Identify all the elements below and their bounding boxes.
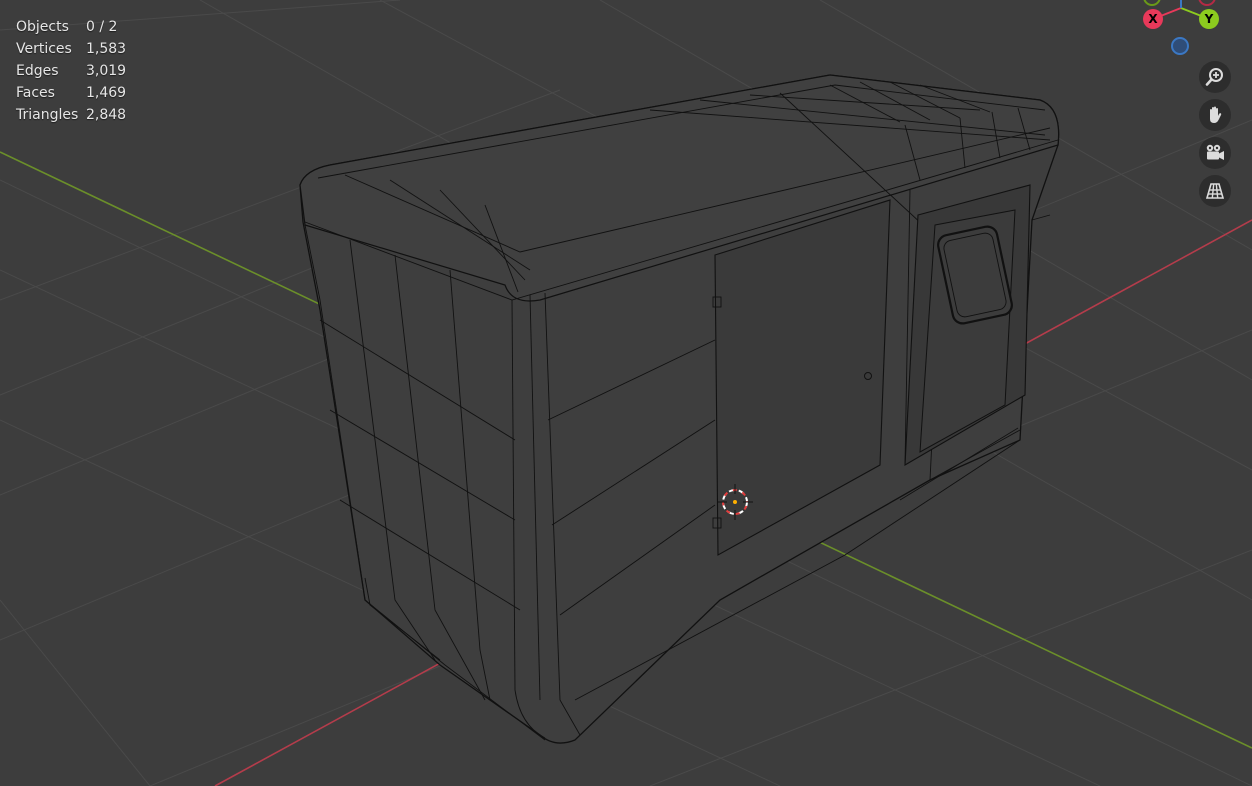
stat-value: 1,583 <box>86 41 127 57</box>
mesh-object[interactable] <box>299 74 1060 744</box>
statistics-overlay: Objects 0 / 2 Vertices 1,583 Edges 3,019… <box>16 16 146 126</box>
hand-icon <box>1210 106 1222 123</box>
gizmo-neg-z-axis[interactable] <box>1171 37 1189 55</box>
stat-label: Edges <box>16 63 59 79</box>
stat-value: 0 / 2 <box>86 19 118 35</box>
stat-label: Faces <box>16 85 55 101</box>
stat-row-faces: Faces 1,469 <box>16 82 146 104</box>
scene-canvas[interactable] <box>0 0 1252 786</box>
pan-button[interactable] <box>1199 99 1231 131</box>
camera-view-button[interactable] <box>1199 137 1231 169</box>
3d-viewport[interactable]: Objects 0 / 2 Vertices 1,583 Edges 3,019… <box>0 0 1252 786</box>
zoom-button[interactable] <box>1199 61 1231 93</box>
stat-row-edges: Edges 3,019 <box>16 60 146 82</box>
stat-value: 1,469 <box>86 85 127 101</box>
stat-row-objects: Objects 0 / 2 <box>16 16 146 38</box>
stat-value: 2,848 <box>86 107 127 123</box>
gizmo-y-axis[interactable]: Y <box>1199 9 1219 29</box>
stat-label: Triangles <box>16 107 79 123</box>
stat-row-triangles: Triangles 2,848 <box>16 104 146 126</box>
stat-label: Vertices <box>16 41 72 57</box>
stat-label: Objects <box>16 19 69 35</box>
grid-icon <box>1205 183 1225 199</box>
zoom-in-icon <box>1205 68 1223 86</box>
stat-row-vertices: Vertices 1,583 <box>16 38 146 60</box>
camera-icon <box>1206 144 1224 160</box>
gizmo-x-axis[interactable]: X <box>1143 9 1163 29</box>
navigation-gizmo[interactable]: X Y <box>1130 0 1252 62</box>
perspective-toggle-button[interactable] <box>1199 175 1231 207</box>
stat-value: 3,019 <box>86 63 127 79</box>
